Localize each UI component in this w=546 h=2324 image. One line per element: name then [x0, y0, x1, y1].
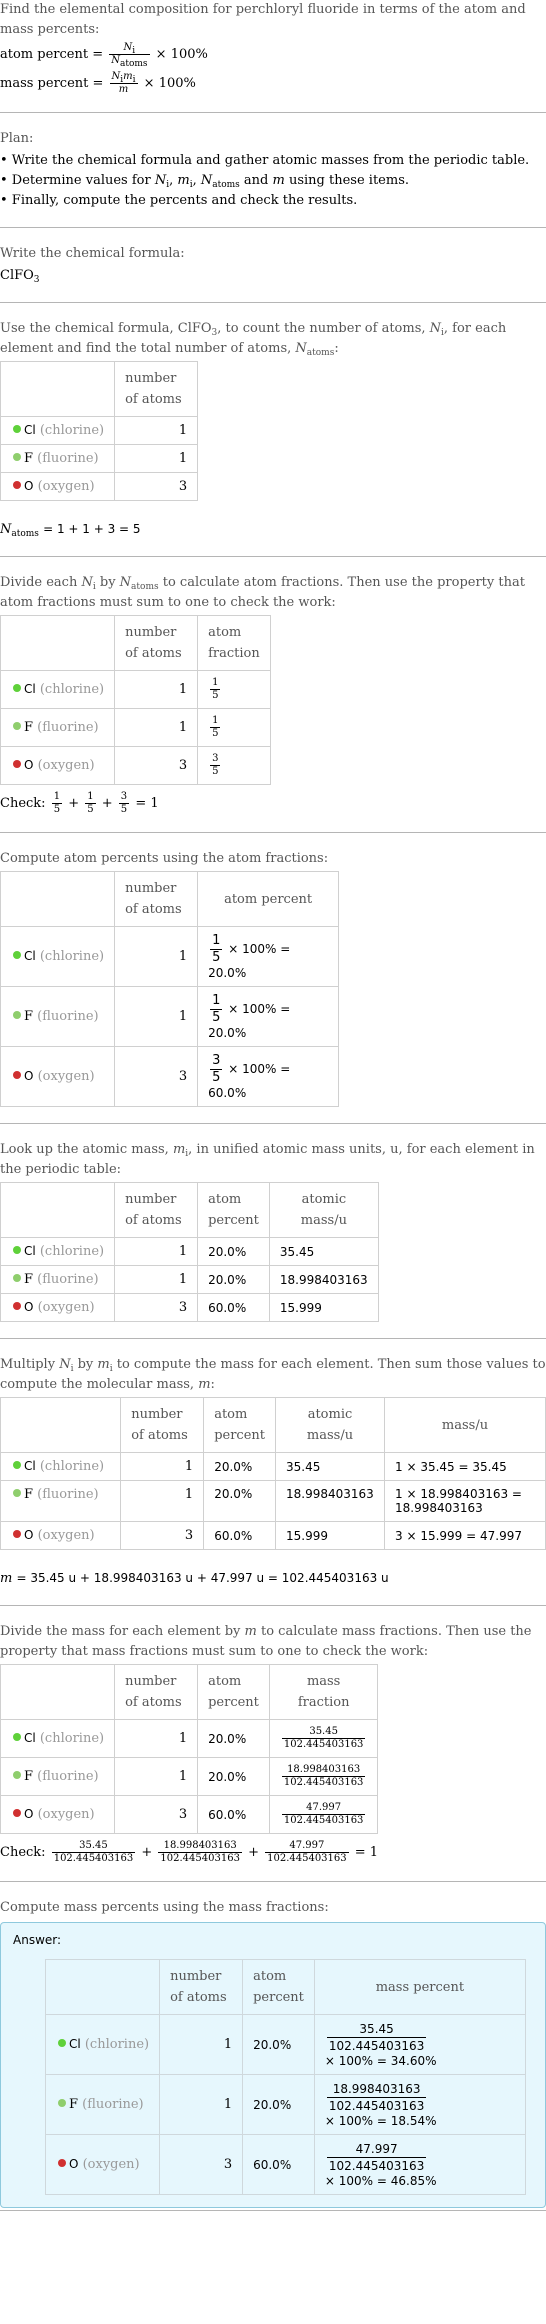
fraction: Ni Natoms [109, 42, 150, 69]
mass-fraction-check: Check: 35.45 102.445403163 + 18.998403163… [0, 1840, 379, 1864]
atom-fraction-table: number of atoms atom fraction Cl (chlorin… [0, 615, 272, 785]
table-row: F (fluorine) 1 20.0% 18.998403163 [0, 1265, 379, 1294]
table-row: F (fluorine) 1 20.0% 18.998403163 102.445… [44, 2074, 526, 2135]
element-dot-icon [13, 453, 21, 461]
mass-fraction-section: Divide the mass for each element by m to… [0, 1606, 546, 1882]
atom-percent-intro: Compute atom percents using the atom fra… [0, 851, 329, 866]
fraction-intro: Divide each Ni by Natoms to calculate at… [0, 575, 525, 610]
plan-title: Plan: [0, 131, 34, 146]
table-row: O (oxygen) 3 60.0% 47.997 102.445403163 [0, 1795, 379, 1834]
element-dot-icon [13, 1071, 21, 1079]
element-dot-icon [13, 481, 21, 489]
element-dot-icon [13, 951, 21, 959]
mass-fraction-table: number of atoms atom percent mass fraction… [0, 1664, 379, 1834]
atomic-mass-table: number of atoms atom percent atomic mass/u… [0, 1182, 379, 1322]
element-dot-icon [13, 1530, 21, 1538]
element-dot-icon [58, 2099, 66, 2107]
mass-percent-formula: mass percent = Nimi m × 100% [0, 71, 196, 95]
plan-item: • Finally, compute the percents and chec… [0, 193, 358, 208]
element-dot-icon [13, 1246, 21, 1254]
mass-table: number of atoms atom percent atomic mass/u… [0, 1397, 546, 1550]
table-row: F (fluorine) 1 [0, 444, 199, 473]
mass-percent-intro: Compute mass percents using the mass fra… [0, 1900, 329, 1915]
mass-section: Multiply Ni by mi to compute the mass fo… [0, 1339, 546, 1606]
plan-item: • Write the chemical formula and gather … [0, 153, 530, 168]
formula-intro: Write the chemical formula: [0, 246, 185, 261]
table-row: Cl (chlorine) 1 15 × 100% = 20.0% [0, 926, 340, 987]
table-row: Cl (chlorine) 1 20.0% 35.45 102.445403163 [0, 1719, 379, 1758]
table-row: F (fluorine) 1 15 × 100% = 20.0% [0, 986, 340, 1047]
atomic-mass-intro: Look up the atomic mass, mi, in unified … [0, 1142, 535, 1177]
element-dot-icon [13, 1274, 21, 1282]
table-row: F (fluorine) 1 20.0% 18.998403163 102.445… [0, 1757, 379, 1796]
element-dot-icon [58, 2159, 66, 2167]
mass-percent-table: number of atoms atom percent mass percent … [44, 1959, 526, 2195]
table-row: O (oxygen) 3 60.0% 47.997 102.445403163 × … [44, 2134, 526, 2195]
element-dot-icon [13, 722, 21, 730]
table-row: F (fluorine) 1 15 [0, 708, 272, 747]
count-section: Use the chemical formula, ClFO3, to coun… [0, 303, 546, 557]
fraction: 47.997 102.445403163 [281, 1802, 366, 1826]
mass-intro: Multiply Ni by mi to compute the mass fo… [0, 1357, 546, 1392]
fraction: 15 [210, 677, 221, 701]
atom-percent-table: number of atoms atom percent Cl (chlorine… [0, 871, 340, 1107]
fraction: 15 [210, 715, 221, 739]
element-dot-icon [13, 425, 21, 433]
table-row: O (oxygen) 3 60.0% 15.999 3 × 15.999 = 4… [0, 1521, 546, 1550]
molecular-mass-equation: m = 35.45 u + 18.998403163 u + 47.997 u … [0, 1571, 389, 1586]
question-section: Find the elemental composition for perch… [0, 0, 546, 113]
element-dot-icon [13, 684, 21, 692]
element-dot-icon [13, 760, 21, 768]
mass-percent-section: Compute mass percents using the mass fra… [0, 1882, 546, 2211]
fraction: 35.45 102.445403163 [281, 1726, 366, 1750]
plan-item: • Determine values for Ni, mi, Natoms an… [0, 173, 409, 190]
atomic-mass-section: Look up the atomic mass, mi, in unified … [0, 1124, 546, 1339]
fraction: 35 [210, 753, 221, 777]
element-dot-icon [13, 1302, 21, 1310]
element-dot-icon [13, 1489, 21, 1497]
fraction: Nimi m [109, 71, 138, 95]
plan-section: Plan: • Write the chemical formula and g… [0, 113, 546, 228]
element-dot-icon [13, 1733, 21, 1741]
table-row: F (fluorine) 1 20.0% 18.998403163 1 × 18… [0, 1480, 546, 1522]
table-row: O (oxygen) 3 [0, 472, 199, 501]
table-row: Cl (chlorine) 1 15 [0, 670, 272, 709]
table-row: O (oxygen) 3 35 [0, 746, 272, 785]
table-row: Cl (chlorine) 1 [0, 416, 199, 445]
element-dot-icon [13, 1011, 21, 1019]
element-dot-icon [13, 1771, 21, 1779]
element-dot-icon [13, 1809, 21, 1817]
fraction-section: Divide each Ni by Natoms to calculate at… [0, 557, 546, 833]
element-dot-icon [58, 2039, 66, 2047]
atom-percent-section: Compute atom percents using the atom fra… [0, 833, 546, 1124]
atom-percent-formula: atom percent = Ni Natoms × 100% [0, 42, 208, 69]
formula-section: Write the chemical formula: ClFO3 [0, 228, 546, 303]
table-row: Cl (chlorine) 1 20.0% 35.45 1 × 35.45 = … [0, 1452, 546, 1481]
count-intro: Use the chemical formula, ClFO3, to coun… [0, 321, 507, 358]
answer-label: Answer: [13, 1933, 62, 1947]
chemical-formula: ClFO3 [0, 268, 40, 285]
table-row: O (oxygen) 3 35 × 100% = 60.0% [0, 1046, 340, 1107]
total-atoms-equation: Natoms = 1 + 1 + 3 = 5 [0, 522, 141, 539]
answer-box: Answer: number of atoms atom percent mass … [0, 1922, 546, 2208]
fraction: 18.998403163 102.445403163 [281, 1764, 366, 1788]
table-row: O (oxygen) 3 60.0% 15.999 [0, 1293, 379, 1322]
table-row: Cl (chlorine) 1 20.0% 35.45 [0, 1237, 379, 1266]
header-number-of-atoms: number of atoms [114, 361, 199, 417]
question-text: Find the elemental composition for perch… [0, 2, 526, 37]
mass-fraction-intro: Divide the mass for each element by m to… [0, 1624, 532, 1659]
atom-fraction-check: Check: 15 + 15 + 35 = 1 [0, 791, 159, 815]
atom-count-table: number of atoms Cl (chlorine) 1 F (fluor… [0, 361, 199, 501]
element-dot-icon [13, 1461, 21, 1469]
table-row: Cl (chlorine) 1 20.0% 35.45 102.445403163… [44, 2014, 526, 2075]
